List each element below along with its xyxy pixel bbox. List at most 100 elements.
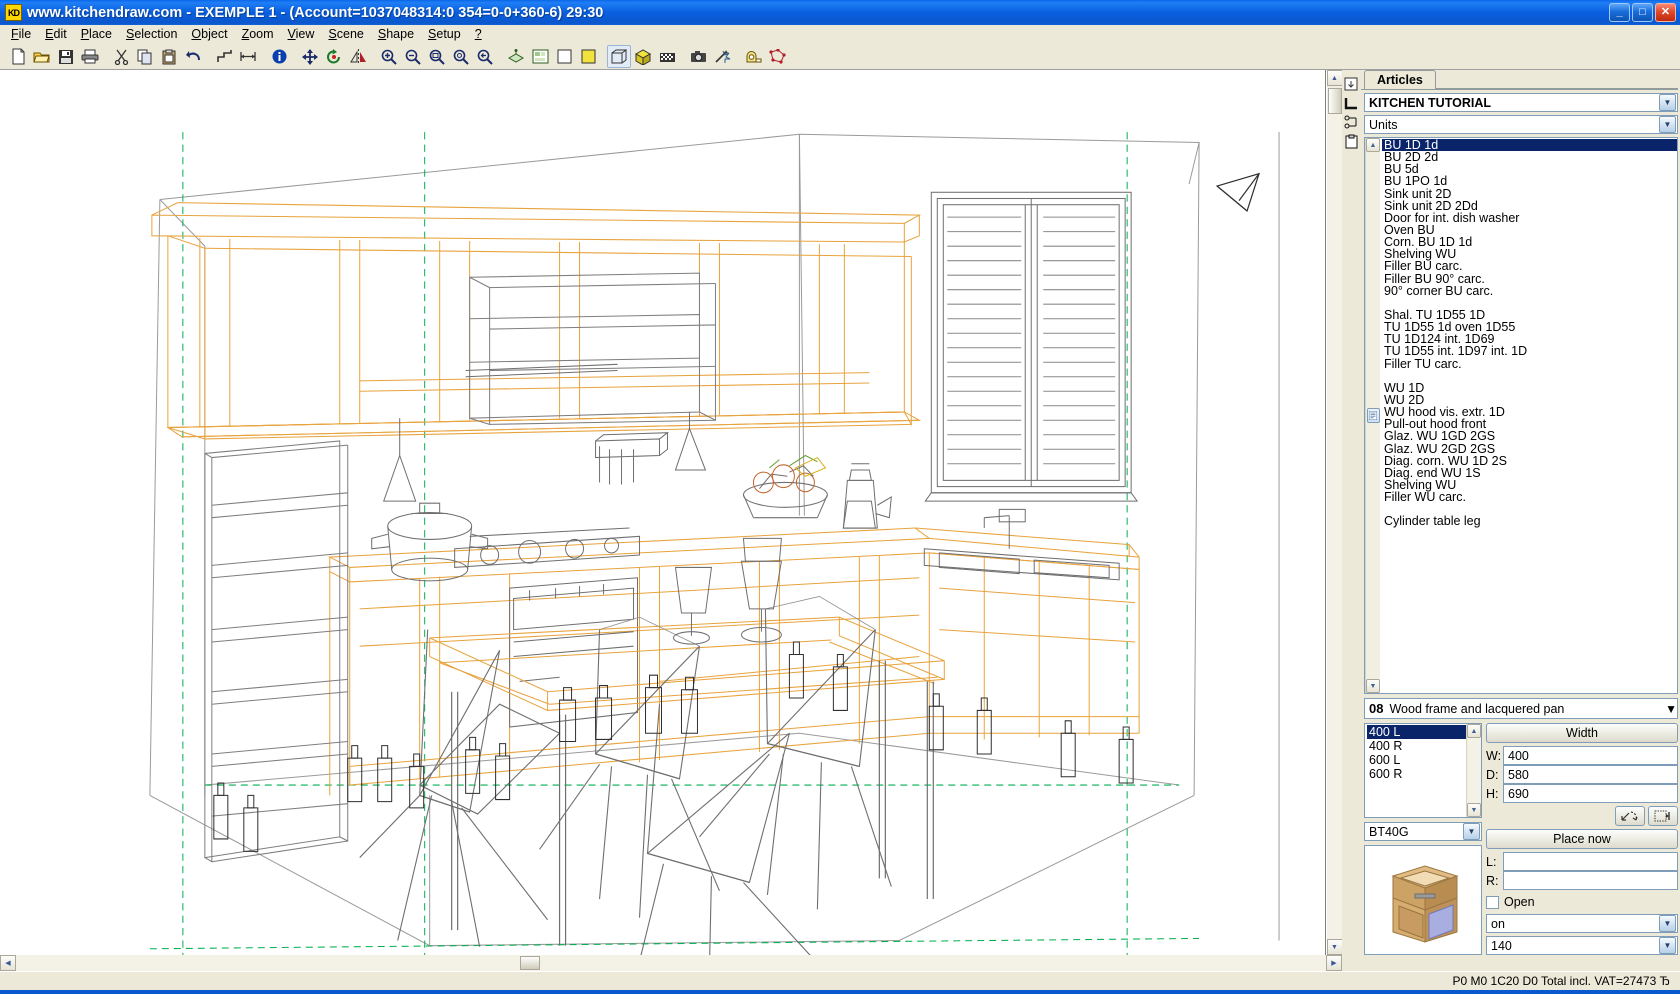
vertical-scroll-track[interactable]: [1326, 114, 1343, 939]
canvas-vertical-scrollbar[interactable]: ▲ ▼: [1326, 70, 1343, 955]
new-icon[interactable]: [6, 45, 30, 68]
chevron-down-icon[interactable]: ▼: [1659, 937, 1676, 954]
list-item[interactable]: Filler TU carc.: [1382, 357, 1677, 370]
list-item[interactable]: 90° corner BU carc.: [1382, 284, 1677, 297]
size-list-item[interactable]: 600 L: [1367, 753, 1466, 767]
open-folder-icon[interactable]: [30, 45, 54, 68]
width-button[interactable]: Width: [1486, 723, 1678, 743]
tab-articles[interactable]: Articles: [1364, 70, 1436, 89]
list-item[interactable]: TU 1D55 int. 1D97 int. 1D: [1382, 345, 1677, 358]
place-now-button[interactable]: Place now: [1486, 829, 1678, 849]
placement-height-combo[interactable]: 140 ▼: [1486, 936, 1678, 955]
menu-item-zoom[interactable]: Zoom: [235, 26, 281, 42]
dimension-input[interactable]: 690: [1503, 784, 1678, 803]
undo-arrow-icon[interactable]: [181, 45, 205, 68]
menu-item-scene[interactable]: Scene: [321, 26, 370, 42]
white-square-icon[interactable]: [552, 45, 576, 68]
design-canvas[interactable]: [0, 70, 1326, 955]
dimension-input[interactable]: 580: [1503, 765, 1678, 784]
chevron-down-icon[interactable]: ▼: [1659, 94, 1676, 111]
articles-scroll-up-icon[interactable]: ▲: [1366, 138, 1380, 152]
camera-icon[interactable]: [686, 45, 710, 68]
chevron-down-icon[interactable]: ▼: [1463, 823, 1480, 840]
menu-item-setup[interactable]: Setup: [421, 26, 468, 42]
canvas-horizontal-scrollbar[interactable]: ◀ ▶: [0, 955, 1342, 971]
placement-mode-combo[interactable]: on ▼: [1486, 914, 1678, 933]
offset-input[interactable]: [1503, 871, 1678, 890]
size-scroll-down-icon[interactable]: ▼: [1467, 803, 1481, 817]
menu-item-object[interactable]: Object: [184, 26, 234, 42]
list-item[interactable]: Filler BU 90° carc.: [1382, 272, 1677, 285]
offset-input[interactable]: [1503, 852, 1678, 871]
family-combo[interactable]: Units ▼: [1364, 115, 1678, 134]
list-item[interactable]: Filler BU carc.: [1382, 260, 1677, 273]
zoom-all-icon[interactable]: [449, 45, 473, 68]
paste-clipboard-icon[interactable]: [157, 45, 181, 68]
menu-item-place[interactable]: Place: [74, 26, 119, 42]
zoom-window-icon[interactable]: [425, 45, 449, 68]
tape-measure-icon[interactable]: [741, 45, 765, 68]
list-item[interactable]: BU 2D 2d: [1382, 151, 1677, 164]
list-item[interactable]: WU 1D: [1382, 381, 1677, 394]
copy-icon[interactable]: [133, 45, 157, 68]
model-code-combo[interactable]: BT40G ▼: [1364, 822, 1482, 841]
scroll-right-arrow-icon[interactable]: ▶: [1326, 955, 1342, 971]
move-icon[interactable]: [298, 45, 322, 68]
magic-wand-icon[interactable]: [710, 45, 734, 68]
menu-item-edit[interactable]: Edit: [38, 26, 74, 42]
scroll-left-arrow-icon[interactable]: ◀: [0, 955, 16, 971]
open-checkbox-row[interactable]: Open: [1486, 893, 1678, 911]
connector-tool-icon[interactable]: [1343, 114, 1360, 131]
save-disk-icon[interactable]: [54, 45, 78, 68]
size-scroll-track[interactable]: [1467, 738, 1481, 803]
print-icon[interactable]: [78, 45, 102, 68]
list-item[interactable]: Diag. corn. WU 1D 2S: [1382, 454, 1677, 467]
chevron-down-icon[interactable]: ▼: [1659, 116, 1676, 133]
polyline-icon[interactable]: [765, 45, 789, 68]
scroll-down-arrow-icon[interactable]: ▼: [1326, 939, 1343, 955]
horizontal-scroll-thumb[interactable]: [520, 956, 540, 970]
menu-item-shape[interactable]: Shape: [371, 26, 421, 42]
solid-cube-icon[interactable]: [631, 45, 655, 68]
wireframe-cube-icon[interactable]: [607, 45, 631, 68]
close-button[interactable]: ✕: [1655, 3, 1676, 22]
zoom-previous-icon[interactable]: [473, 45, 497, 68]
list-item[interactable]: Sink unit 2D: [1382, 187, 1677, 200]
wall-step-icon[interactable]: [212, 45, 236, 68]
size-list-item[interactable]: 400 L: [1367, 725, 1466, 739]
size-list-item[interactable]: 400 R: [1367, 739, 1466, 753]
clipboard-tool-icon[interactable]: [1343, 133, 1360, 150]
plan-view-icon[interactable]: [504, 45, 528, 68]
yellow-square-icon[interactable]: [576, 45, 600, 68]
maximize-button[interactable]: □: [1632, 3, 1653, 22]
dimension-input[interactable]: 400: [1503, 746, 1678, 765]
list-item[interactable]: Glaz. WU 2GD 2GS: [1382, 442, 1677, 455]
texture-icon[interactable]: [655, 45, 679, 68]
minimize-button[interactable]: _: [1609, 3, 1630, 22]
catalog-combo[interactable]: KITCHEN TUTORIAL ▼: [1364, 93, 1678, 112]
info-icon[interactable]: [267, 45, 291, 68]
zoom-out-icon[interactable]: [401, 45, 425, 68]
align-dimension-icon[interactable]: [1648, 806, 1678, 826]
vertical-scroll-thumb[interactable]: [1327, 88, 1342, 114]
list-item[interactable]: Cylinder table leg: [1382, 515, 1677, 528]
scroll-up-arrow-icon[interactable]: ▲: [1326, 70, 1343, 86]
list-item[interactable]: Glaz. WU 1GD 2GS: [1382, 430, 1677, 443]
menu-item-view[interactable]: View: [281, 26, 322, 42]
articles-scroll-down-icon[interactable]: ▼: [1366, 679, 1380, 693]
articles-scroll-thumb[interactable]: [1366, 408, 1380, 423]
chevron-down-icon[interactable]: ▼: [1659, 915, 1676, 932]
cut-scissors-icon[interactable]: [109, 45, 133, 68]
open-checkbox[interactable]: [1486, 895, 1499, 909]
articles-scrollbar[interactable]: ▲ ▼: [1365, 138, 1380, 693]
corner-tool-icon[interactable]: [1343, 95, 1360, 112]
chevron-down-icon[interactable]: ▼: [1665, 702, 1677, 716]
menu-item-selection[interactable]: Selection: [119, 26, 184, 42]
swap-dimension-icon[interactable]: [1615, 806, 1645, 826]
select-tool-icon[interactable]: [1343, 76, 1360, 93]
menu-item-file[interactable]: File: [4, 26, 38, 42]
size-list-item[interactable]: 600 R: [1367, 767, 1466, 781]
list-item[interactable]: Filler WU carc.: [1382, 491, 1677, 504]
mirror-icon[interactable]: [346, 45, 370, 68]
finish-selector[interactable]: 08 Wood frame and lacquered pan ▼: [1364, 698, 1678, 719]
